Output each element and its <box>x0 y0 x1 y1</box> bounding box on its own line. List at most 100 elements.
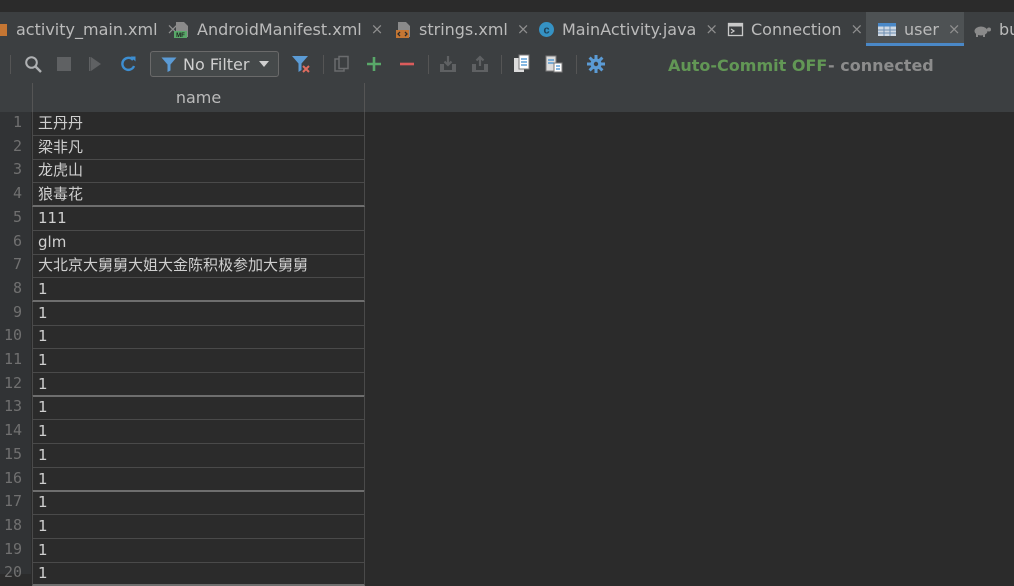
table-cell-name[interactable]: 1 <box>32 562 365 586</box>
export-button[interactable] <box>470 54 490 74</box>
table-cell-name[interactable]: 1 <box>32 538 365 563</box>
table-row[interactable]: 19 1 <box>0 538 366 563</box>
close-icon[interactable]: × <box>851 20 864 38</box>
import-icon <box>440 56 456 72</box>
row-number: 8 <box>12 278 22 297</box>
turtle-icon <box>974 26 991 37</box>
layout-file-icon <box>0 23 7 36</box>
table-row[interactable]: 6 glm <box>0 230 366 255</box>
table-cell-name[interactable]: 1 <box>32 372 365 397</box>
settings-icon <box>587 55 605 73</box>
tab-main-activity[interactable]: c MainActivity.java × <box>538 12 718 46</box>
table-row[interactable]: 14 1 <box>0 420 366 445</box>
table-row[interactable]: 81 <box>0 277 366 302</box>
settings-button[interactable] <box>586 54 606 74</box>
table-row[interactable]: 4 狼毒花 <box>0 183 366 208</box>
table-row[interactable]: 15 1 <box>0 443 366 468</box>
clipboard-button[interactable] <box>512 54 532 74</box>
row-number: 17 <box>3 492 22 511</box>
auto-commit-status[interactable]: Auto-Commit OFF <box>668 56 827 75</box>
table-cell-name[interactable]: 1 <box>32 467 365 492</box>
java-class-icon: c <box>539 21 554 37</box>
table-row[interactable]: 11 1 <box>0 349 366 373</box>
filter-dropdown[interactable]: No Filter <box>150 51 279 77</box>
tab-overflow[interactable]: bu <box>972 12 1014 46</box>
table-cell-name[interactable]: 111 <box>32 206 365 231</box>
table-icon <box>878 22 896 36</box>
tab-connection[interactable]: Connection × <box>727 12 866 46</box>
table-cell-name[interactable]: 1 <box>32 396 365 421</box>
tab-label: AndroidManifest.xml <box>197 19 362 39</box>
table-row[interactable]: 3 龙虎山 <box>0 159 366 184</box>
close-icon[interactable]: × <box>371 20 384 38</box>
row-number: 20 <box>3 563 22 582</box>
refresh-button[interactable] <box>118 54 138 74</box>
clear-filter-button[interactable] <box>291 54 311 74</box>
table-row[interactable]: 17 1 <box>0 491 366 516</box>
copy-icon <box>334 55 349 72</box>
table-cell-name[interactable]: glm <box>32 230 365 255</box>
row-number: 13 <box>3 397 22 416</box>
close-icon[interactable]: × <box>705 20 718 38</box>
tab-strings-xml[interactable]: strings.xml × <box>395 12 530 46</box>
console-icon <box>727 22 744 36</box>
run-button[interactable] <box>86 54 106 74</box>
table-row[interactable]: 20 1 <box>0 562 366 586</box>
table-cell-name[interactable]: 1 <box>32 443 365 468</box>
search-button[interactable] <box>23 54 43 74</box>
row-number: 9 <box>12 302 22 321</box>
toolbar-separator <box>10 55 11 74</box>
table-cell-name[interactable]: 大北京大舅舅大姐大金陈积极参加大舅舅 <box>32 254 365 279</box>
table-cell-name[interactable]: 1 <box>32 420 365 445</box>
table-cell-name[interactable]: 1 <box>32 277 365 302</box>
row-number: 19 <box>3 539 22 558</box>
table-row[interactable]: 91 <box>0 301 366 326</box>
export-icon <box>472 55 488 72</box>
table-cell-name[interactable]: 龙虎山 <box>32 159 365 184</box>
row-number: 1 <box>12 113 22 131</box>
table-row[interactable]: 10 1 <box>0 325 366 350</box>
add-row-button[interactable] <box>364 54 384 74</box>
table-row[interactable]: 16 1 <box>0 467 366 492</box>
column-header-name[interactable]: name <box>32 83 365 112</box>
run-icon <box>89 57 101 71</box>
tab-activity-main[interactable]: activity_main.xml × <box>0 12 179 46</box>
table-row[interactable]: 13 1 <box>0 396 366 421</box>
grid-header: name <box>0 83 1014 112</box>
row-number: 7 <box>12 255 22 274</box>
refresh-icon <box>121 56 136 72</box>
table-cell-name[interactable]: 1 <box>32 349 365 373</box>
clear-filter-icon <box>292 56 310 73</box>
table-cell-name[interactable]: 1 <box>32 301 365 326</box>
toolbar-separator <box>428 55 429 74</box>
xml-resource-file-icon <box>396 21 410 38</box>
table-row[interactable]: 1 王丹丹 <box>0 112 366 136</box>
table-editor-toolbar: No Filter Auto-Commit OFF - connected <box>0 46 1014 83</box>
table-row[interactable]: 12 1 <box>0 372 366 397</box>
tab-label: MainActivity.java <box>562 19 697 39</box>
copy-button[interactable] <box>332 54 352 74</box>
close-icon[interactable]: × <box>948 20 961 38</box>
manifest-file-icon: MF <box>174 21 188 38</box>
tab-user[interactable]: user × <box>866 12 964 46</box>
tab-android-manifest[interactable]: MF AndroidManifest.xml × <box>173 12 386 46</box>
tab-label: activity_main.xml <box>16 19 158 39</box>
delete-row-button[interactable] <box>397 54 417 74</box>
table-row[interactable]: 2 梁非凡 <box>0 135 366 160</box>
table-row[interactable]: 7 大北京大舅舅大姐大金陈积极参加大舅舅 <box>0 254 366 279</box>
tab-label: strings.xml <box>419 19 508 39</box>
row-number: 16 <box>3 468 22 487</box>
table-cell-name[interactable]: 1 <box>32 491 365 516</box>
table-cell-name[interactable]: 狼毒花 <box>32 183 365 208</box>
table-row[interactable]: 5 111 <box>0 206 366 231</box>
table-cell-name[interactable]: 1 <box>32 514 365 539</box>
clipboard-paste-button[interactable] <box>544 54 564 74</box>
table-cell-name[interactable]: 梁非凡 <box>32 135 365 160</box>
table-cell-name[interactable]: 1 <box>32 325 365 350</box>
import-button[interactable] <box>438 54 458 74</box>
manifest-badge: MF <box>176 33 185 38</box>
table-cell-name[interactable]: 王丹丹 <box>32 112 365 136</box>
stop-button[interactable] <box>54 54 74 74</box>
close-icon[interactable]: × <box>517 20 530 38</box>
table-row[interactable]: 18 1 <box>0 514 366 539</box>
